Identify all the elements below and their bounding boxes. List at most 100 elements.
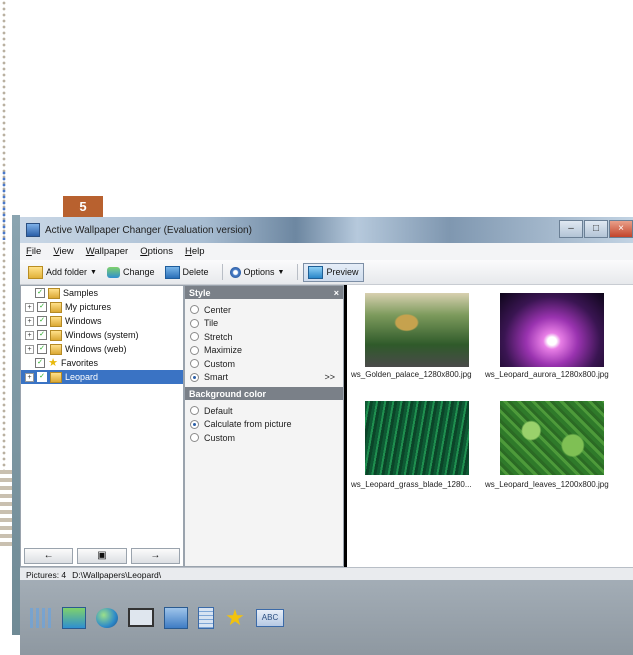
tree-item-windows-system[interactable]: + ✓ Windows (system) bbox=[21, 328, 183, 342]
radio-button[interactable] bbox=[190, 419, 199, 429]
tree-expander[interactable]: + bbox=[25, 302, 34, 312]
monitor-icon[interactable] bbox=[128, 608, 154, 627]
chevron-down-icon[interactable]: ▼ bbox=[90, 269, 97, 276]
radio-label: Tile bbox=[204, 318, 219, 329]
change-label: Change bbox=[122, 267, 155, 277]
more-options-button[interactable]: >> bbox=[324, 372, 335, 382]
bg-option-custom[interactable]: Custom bbox=[185, 431, 343, 445]
tree-expander[interactable]: + bbox=[25, 316, 34, 326]
radio-button[interactable] bbox=[190, 433, 199, 443]
book-icon[interactable] bbox=[164, 606, 188, 629]
maximize-button[interactable]: □ bbox=[584, 220, 608, 238]
tree-item-leopard[interactable]: + ✓ Leopard bbox=[21, 370, 183, 384]
tree-checkbox[interactable]: ✓ bbox=[37, 344, 47, 354]
globe-icon[interactable] bbox=[96, 607, 118, 628]
page-margin-dots bbox=[2, 0, 6, 530]
page-margin-strip bbox=[0, 470, 12, 550]
tree-item-samples[interactable]: ✓ Samples bbox=[21, 286, 183, 300]
tree-checkbox[interactable]: ✓ bbox=[37, 372, 47, 382]
delete-button[interactable]: Delete bbox=[163, 264, 211, 281]
tree-item-my-pictures[interactable]: + ✓ My pictures bbox=[21, 300, 183, 314]
grid-icon[interactable] bbox=[30, 607, 52, 628]
tree-expander[interactable]: + bbox=[25, 372, 34, 382]
previous-button[interactable]: ← bbox=[24, 548, 74, 564]
style-option-custom[interactable]: Custom bbox=[185, 357, 343, 371]
radio-button[interactable] bbox=[190, 318, 199, 328]
style-option-stretch[interactable]: Stretch bbox=[185, 330, 343, 344]
delete-icon bbox=[164, 265, 180, 279]
style-option-center[interactable]: Center bbox=[185, 303, 343, 317]
bg-option-calculate[interactable]: Calculate from picture bbox=[185, 418, 343, 432]
star-icon[interactable]: ★ bbox=[224, 605, 246, 630]
tree-nav-bar: ← ▣ → bbox=[24, 548, 180, 564]
options-label: Options bbox=[243, 267, 275, 277]
radio-label: Smart bbox=[204, 372, 229, 383]
preview-label: Preview bbox=[326, 267, 359, 277]
folder-icon bbox=[50, 371, 62, 383]
menu-options-rest: ptions bbox=[147, 246, 173, 257]
menu-options[interactable]: Options bbox=[140, 246, 173, 257]
preview-button[interactable]: Preview bbox=[303, 262, 364, 282]
background-color-header: Background color bbox=[185, 387, 343, 400]
tree-checkbox[interactable]: ✓ bbox=[35, 288, 45, 298]
options-button[interactable]: Options ▼ bbox=[228, 265, 287, 280]
folder-icon bbox=[50, 315, 62, 327]
tree-checkbox[interactable]: ✓ bbox=[35, 358, 45, 368]
tree-expander bbox=[25, 360, 32, 367]
menu-view[interactable]: View bbox=[53, 246, 73, 257]
document-icon[interactable] bbox=[198, 606, 214, 629]
main-area: ✓ Samples + ✓ My pictures + ✓ Windows + … bbox=[20, 285, 633, 567]
folder-icon bbox=[50, 343, 62, 355]
radio-button[interactable] bbox=[190, 359, 199, 369]
change-button[interactable]: Change bbox=[105, 265, 157, 280]
folder-icon bbox=[48, 287, 60, 299]
window-controls: – □ × bbox=[558, 220, 633, 238]
tree-item-favorites[interactable]: ✓ ★ Favorites bbox=[21, 356, 183, 370]
style-header-label: Style bbox=[189, 287, 211, 298]
style-option-smart[interactable]: Smart >> bbox=[185, 371, 343, 385]
abc-icon[interactable]: ABC bbox=[256, 608, 284, 627]
next-button[interactable]: → bbox=[130, 548, 180, 564]
minimize-button[interactable]: – bbox=[559, 220, 583, 238]
radio-button[interactable] bbox=[190, 406, 199, 416]
thumbnail-image[interactable] bbox=[365, 293, 469, 367]
folder-icon bbox=[50, 301, 62, 313]
menu-help[interactable]: Help bbox=[185, 246, 205, 257]
radio-button[interactable] bbox=[190, 332, 199, 342]
folder-tree: ✓ Samples + ✓ My pictures + ✓ Windows + … bbox=[20, 285, 184, 567]
menu-wallpaper-rest: allpaper bbox=[94, 246, 129, 257]
radio-button[interactable] bbox=[190, 305, 199, 315]
radio-button[interactable] bbox=[190, 345, 199, 355]
tree-item-windows-web[interactable]: + ✓ Windows (web) bbox=[21, 342, 183, 356]
tree-expander[interactable]: + bbox=[25, 330, 34, 340]
close-icon[interactable]: × bbox=[334, 288, 339, 298]
thumbnail-image[interactable] bbox=[500, 293, 604, 367]
menu-wallpaper[interactable]: Wallpaper bbox=[86, 246, 128, 257]
page-margin-dots-blue bbox=[2, 170, 6, 240]
tree-item-windows[interactable]: + ✓ Windows bbox=[21, 314, 183, 328]
style-option-maximize[interactable]: Maximize bbox=[185, 344, 343, 358]
tree-expander[interactable]: + bbox=[25, 344, 34, 354]
thumbnail-image[interactable] bbox=[365, 401, 469, 475]
radio-button[interactable] bbox=[190, 372, 199, 382]
style-option-tile[interactable]: Tile bbox=[185, 317, 343, 331]
radio-label: Stretch bbox=[204, 331, 233, 342]
picture-icon[interactable] bbox=[62, 606, 86, 629]
thumbnail-image[interactable] bbox=[500, 401, 604, 475]
radio-label: Default bbox=[204, 405, 233, 416]
tree-checkbox[interactable]: ✓ bbox=[37, 316, 47, 326]
bg-option-default[interactable]: Default bbox=[185, 404, 343, 418]
app-icon bbox=[26, 223, 40, 237]
title-bar[interactable]: Active Wallpaper Changer (Evaluation ver… bbox=[20, 217, 633, 243]
tree-checkbox[interactable]: ✓ bbox=[37, 302, 47, 312]
menu-view-rest: iew bbox=[59, 246, 74, 257]
preview-panel: ws_Golden_palace_1280x800.jpg ws_Leopard… bbox=[344, 285, 633, 567]
close-button[interactable]: × bbox=[609, 220, 633, 238]
tree-checkbox[interactable]: ✓ bbox=[37, 330, 47, 340]
add-folder-button[interactable]: Add folder ▼ bbox=[26, 264, 99, 281]
toolbar-separator bbox=[221, 264, 223, 280]
monitor-button[interactable]: ▣ bbox=[77, 548, 127, 564]
menu-file[interactable]: File bbox=[26, 246, 41, 257]
menu-options-key: O bbox=[140, 246, 148, 257]
chevron-down-icon[interactable]: ▼ bbox=[278, 269, 285, 276]
